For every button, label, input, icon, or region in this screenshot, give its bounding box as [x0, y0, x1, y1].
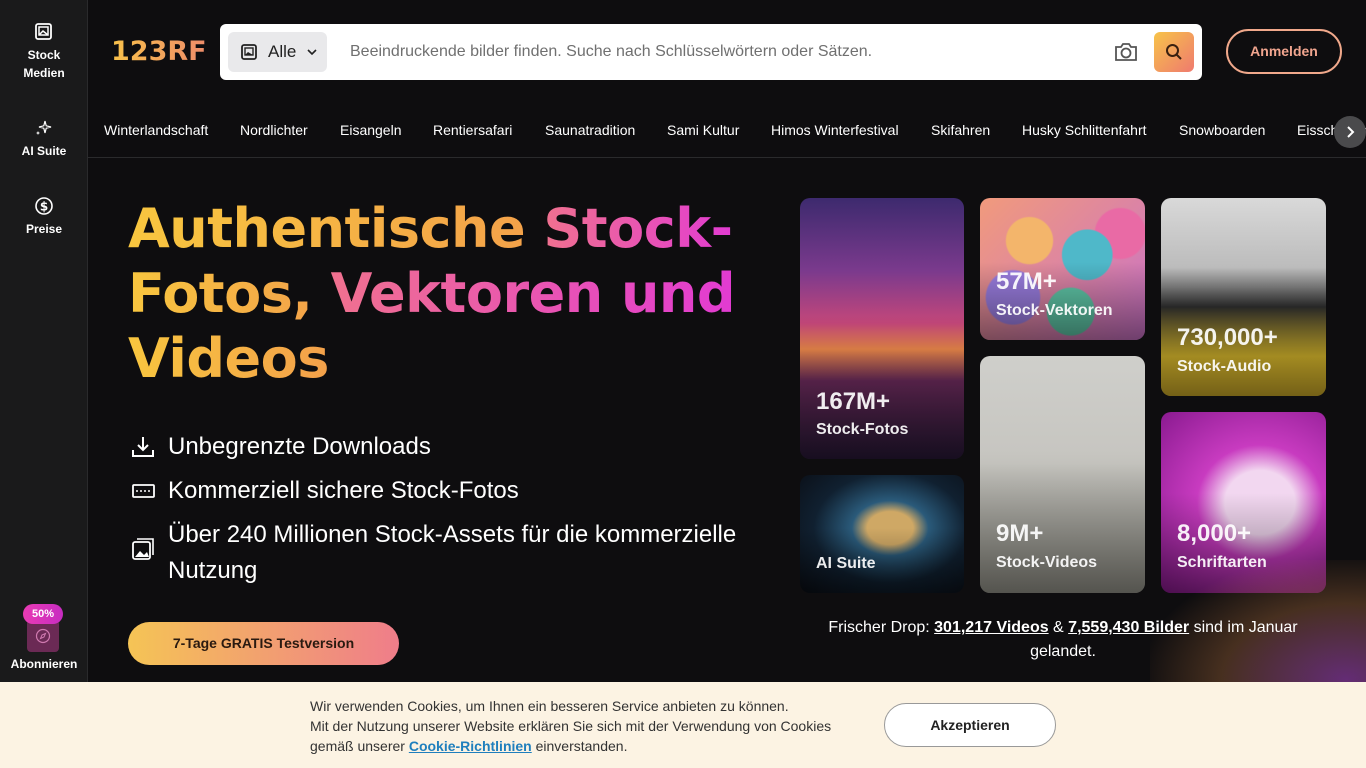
chevron-right-icon [1347, 126, 1355, 138]
card-count: 8,000+ [1177, 520, 1252, 547]
ticket-icon [132, 484, 155, 498]
discount-badge: 50% [23, 604, 63, 624]
fresh-drop-videos-link[interactable]: 301,217 Videos [934, 619, 1048, 636]
feature-item: Über 240 Millionen Stock-Assets für die … [130, 517, 750, 589]
card-stock-vectors[interactable]: 57M+ Stock-Vektoren [980, 198, 1145, 340]
cookie-text: Wir verwenden Cookies, um Ihnen ein bess… [310, 696, 870, 756]
hero-title-part: Videos [128, 327, 329, 390]
search-button[interactable] [1154, 32, 1194, 72]
tags-next-button[interactable] [1334, 116, 1366, 148]
tag-item[interactable]: Husky Schlittenfahrt [1022, 122, 1147, 138]
feature-text: Über 240 Millionen Stock-Assets für die … [168, 521, 737, 584]
hero-title-part: Fotos, [128, 262, 331, 325]
compass-icon [35, 628, 51, 644]
tag-item[interactable]: Sami Kultur [667, 122, 739, 138]
card-label: Stock-Fotos [816, 421, 909, 438]
tag-item[interactable]: Rentiersafari [433, 122, 512, 138]
sidebar-item-label: Stock Medien [23, 48, 65, 80]
hero-title-part: Vektoren und [330, 262, 736, 325]
card-label: Stock-Audio [1177, 358, 1272, 375]
card-label: Stock-Vektoren [996, 302, 1113, 319]
card-count: 9M+ [996, 520, 1044, 547]
sidebar-item-preise[interactable]: $ Preise [0, 196, 88, 238]
search-type-dropdown[interactable]: Alle [228, 32, 327, 72]
tag-item[interactable]: Snowboarden [1179, 122, 1265, 138]
fresh-drop-text: Frischer Drop: 301,217 Videos & 7,559,43… [800, 616, 1326, 664]
image-icon [241, 44, 257, 60]
sidebar-item-label: AI Suite [21, 144, 67, 158]
subscribe-label[interactable]: Abonnieren [0, 657, 88, 671]
tag-item[interactable]: Winterlandschaft [104, 122, 208, 138]
card-count: 57M+ [996, 268, 1057, 295]
feature-item: Unbegrenzte Downloads [130, 429, 431, 471]
fresh-drop-images-link[interactable]: 7,559,430 Bilder [1068, 619, 1189, 636]
cookie-banner: Wir verwenden Cookies, um Ihnen ein bess… [0, 682, 1366, 768]
sparkles-icon [36, 120, 52, 135]
tag-bar: Winterlandschaft Nordlichter Eisangeln R… [88, 104, 1366, 158]
card-label: Stock-Videos [996, 554, 1098, 571]
stock-media-icon [35, 23, 52, 40]
card-stock-videos[interactable]: 9M+ Stock-Videos [980, 356, 1145, 593]
search-icon [1166, 44, 1182, 60]
card-stock-photos[interactable]: 167M+ Stock-Fotos [800, 198, 964, 459]
chevron-down-icon [307, 49, 317, 56]
camera-icon[interactable] [1113, 40, 1139, 64]
sidebar-item-stock-media[interactable]: Stock Medien [0, 22, 88, 82]
hero-title-part: Authentische [128, 197, 544, 260]
feature-text: Kommerziell sichere Stock-Fotos [168, 477, 519, 504]
hero-title-part: Stock- [543, 197, 733, 260]
feature-text: Unbegrenzte Downloads [168, 433, 431, 460]
subscribe-button[interactable] [27, 620, 59, 652]
tag-item[interactable]: Skifahren [931, 122, 990, 138]
fresh-drop-prefix: Frischer Drop: [828, 619, 935, 636]
feature-item: Kommerziell sichere Stock-Fotos [130, 473, 519, 515]
dollar-icon: $ [35, 197, 53, 215]
tag-item[interactable]: Eisangeln [340, 122, 402, 138]
cookie-line: einverstanden. [531, 738, 628, 754]
card-stock-audio[interactable]: 730,000+ Stock-Audio [1161, 198, 1326, 396]
search-input[interactable] [342, 36, 1102, 68]
login-button[interactable]: Anmelden [1226, 29, 1342, 74]
tag-item[interactable]: Himos Winterfestival [771, 122, 899, 138]
card-count: 167M+ [816, 388, 891, 415]
sidebar-item-label: Preise [25, 222, 63, 236]
hero-title: Authentische Stock- Fotos, Vektoren und … [128, 196, 748, 391]
cookie-policy-link[interactable]: Cookie-Richtlinien [409, 738, 532, 754]
search-type-label: Alle [268, 42, 297, 61]
card-label: AI Suite [816, 555, 876, 572]
logo[interactable]: 123RF [111, 36, 207, 67]
sidebar: Stock Medien AI Suite $ Preise 50% Abonn… [0, 0, 88, 768]
svg-text:$: $ [40, 200, 48, 214]
tag-item[interactable]: Saunatradition [545, 122, 635, 138]
cookie-line: Wir verwenden Cookies, um Ihnen ein bess… [310, 698, 789, 714]
card-ai-suite[interactable]: AI Suite [800, 475, 964, 593]
fresh-drop-amp: & [1048, 619, 1069, 636]
download-icon [132, 437, 154, 457]
accept-cookies-button[interactable]: Akzeptieren [884, 703, 1056, 747]
search-bar: Alle [220, 24, 1202, 80]
sidebar-item-ai-suite[interactable]: AI Suite [0, 118, 88, 160]
card-count: 730,000+ [1177, 324, 1278, 351]
tag-item[interactable]: Nordlichter [240, 122, 308, 138]
images-icon [132, 538, 154, 560]
free-trial-button[interactable]: 7-Tage GRATIS Testversion [128, 622, 399, 665]
